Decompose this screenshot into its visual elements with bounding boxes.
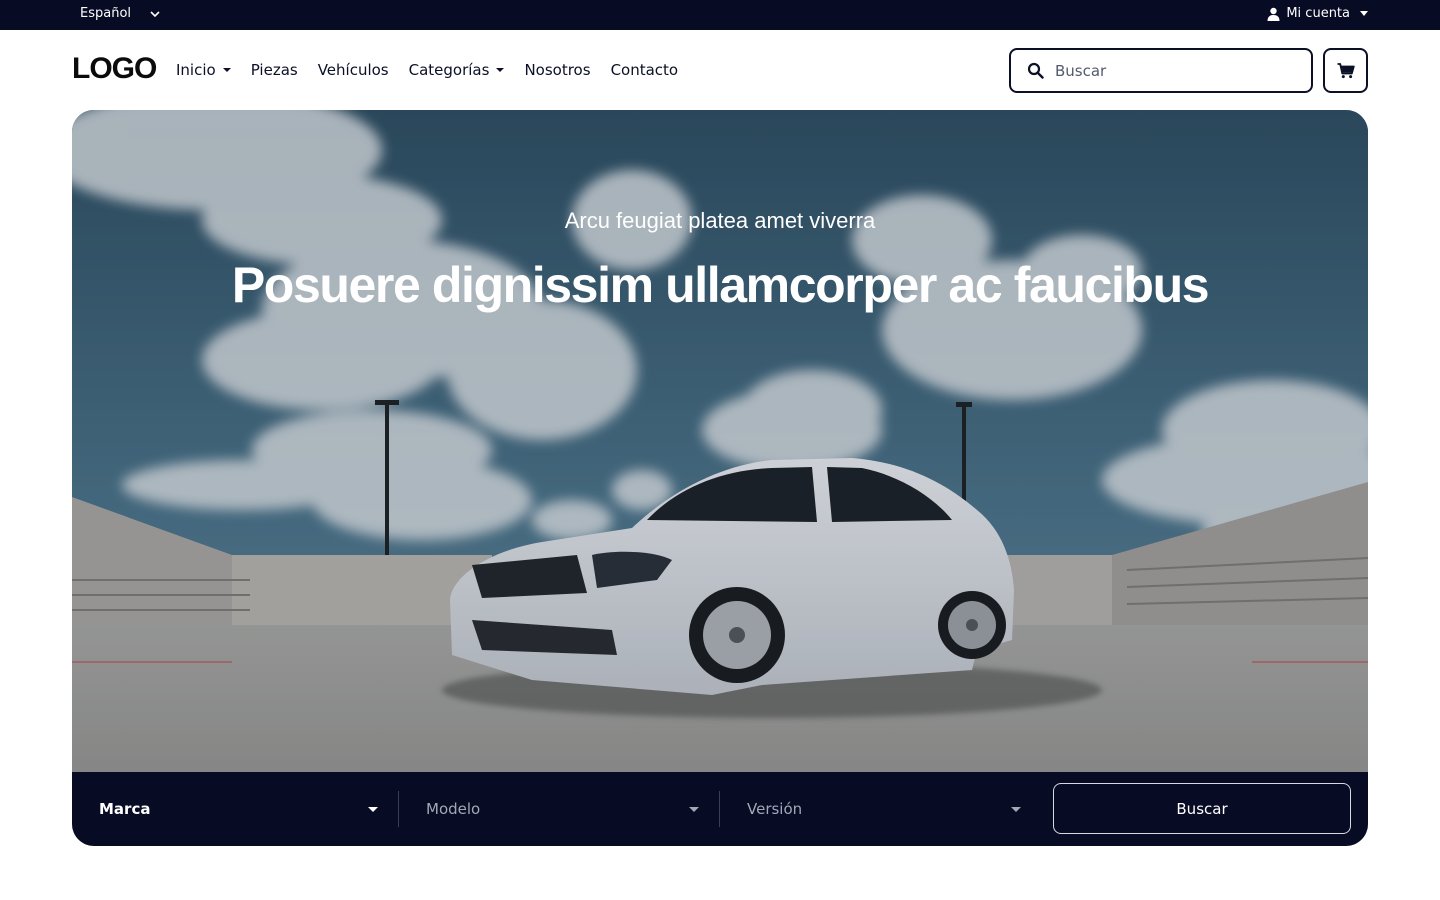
search-input[interactable] — [1055, 61, 1275, 80]
chevron-down-icon — [150, 10, 160, 17]
search-vehicles-button[interactable]: Buscar — [1053, 783, 1351, 834]
caret-down-icon — [496, 68, 505, 72]
caret-down-icon — [368, 806, 378, 812]
nav-item-categorias[interactable]: Categorías — [409, 61, 505, 79]
nav-item-nosotros[interactable]: Nosotros — [524, 61, 590, 79]
vehicle-search-bar: Marca Modelo Versión Buscar — [72, 772, 1368, 846]
search-icon — [1027, 62, 1044, 79]
nav-item-vehiculos[interactable]: Vehículos — [318, 61, 389, 79]
hero-subtitle: Arcu feugiat platea amet viverra — [564, 208, 876, 233]
main-header: LOGO Inicio Piezas Vehículos Categorías … — [72, 48, 1368, 93]
search-box — [1009, 48, 1313, 93]
account-label: Mi cuenta — [1286, 6, 1350, 21]
hero-banner: Arcu feugiat platea amet viverra Posuere… — [72, 110, 1368, 846]
nav-item-inicio[interactable]: Inicio — [176, 61, 231, 79]
nav-item-contacto[interactable]: Contacto — [611, 61, 679, 79]
language-label: Español — [80, 6, 132, 21]
brand-select[interactable]: Marca — [72, 790, 378, 828]
language-selector[interactable]: Español — [80, 6, 161, 21]
main-nav: Inicio Piezas Vehículos Categorías Nosot… — [176, 61, 678, 79]
caret-down-icon — [1360, 11, 1368, 16]
version-select[interactable]: Versión — [720, 790, 1021, 828]
caret-down-icon — [689, 806, 699, 812]
model-select[interactable]: Modelo — [399, 790, 699, 828]
user-icon — [1267, 7, 1280, 21]
caret-down-icon — [222, 68, 231, 72]
nav-item-piezas[interactable]: Piezas — [251, 61, 298, 79]
caret-down-icon — [1011, 806, 1021, 812]
shopping-cart-icon — [1337, 62, 1355, 78]
site-logo[interactable]: LOGO — [72, 52, 157, 86]
hero-title: Posuere dignissim ullamcorper ac faucibu… — [231, 257, 1210, 313]
account-menu[interactable]: Mi cuenta — [1267, 6, 1368, 21]
cart-button[interactable] — [1323, 48, 1368, 93]
top-utility-bar: Español Mi cuenta — [0, 0, 1440, 30]
